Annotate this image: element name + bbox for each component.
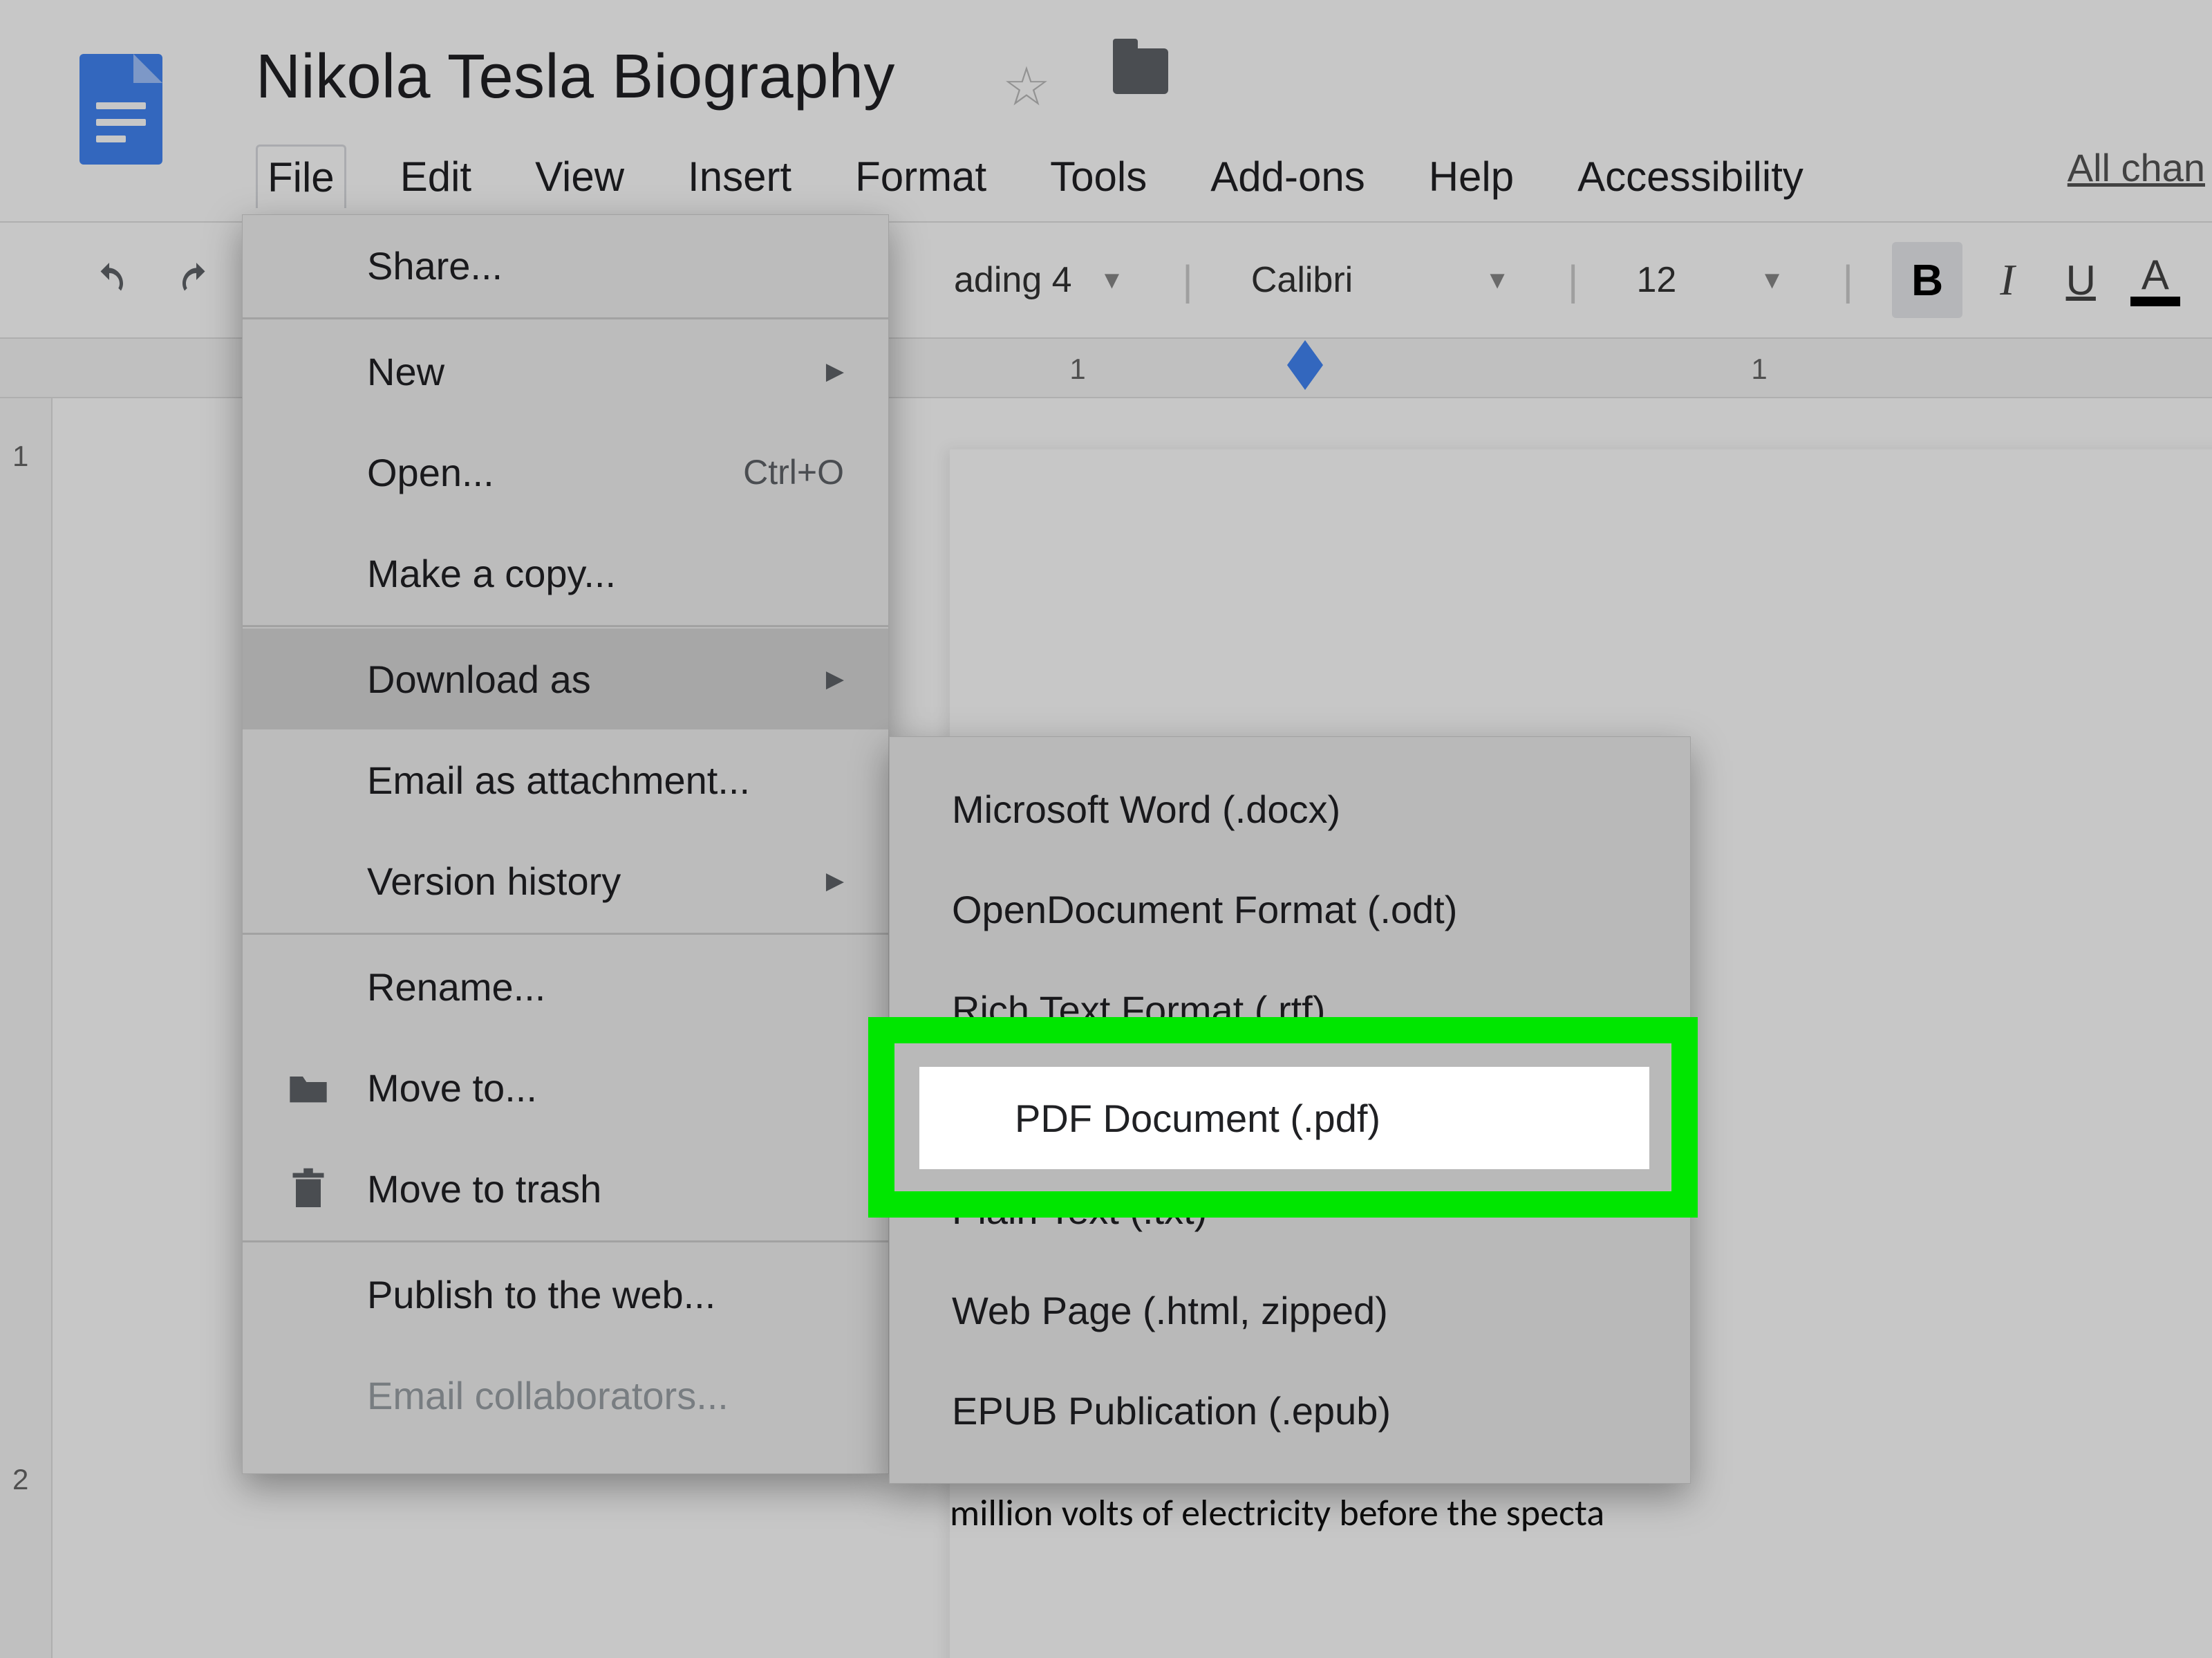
submenu-item-docx[interactable]: Microsoft Word (.docx) <box>890 759 1690 859</box>
folder-icon[interactable] <box>1113 48 1168 94</box>
ruler-number: 1 <box>908 353 1247 386</box>
undo-button[interactable] <box>76 251 142 309</box>
font-size-value: 12 <box>1636 259 1676 301</box>
divider <box>243 317 888 319</box>
submenu-item-label: Microsoft Word (.docx) <box>952 787 1340 832</box>
chevron-down-icon: ▼ <box>1485 266 1510 295</box>
bold-button[interactable]: B <box>1892 242 1962 318</box>
menu-item-version-history[interactable]: Version history ▶ <box>243 830 888 931</box>
trash-icon <box>284 1164 332 1213</box>
menu-accessibility[interactable]: Accessibility <box>1568 146 1813 207</box>
menu-edit[interactable]: Edit <box>391 146 481 207</box>
menu-item-label: Version history <box>367 859 621 904</box>
font-family-dropdown[interactable]: Calibri ▼ <box>1232 259 1529 301</box>
indent-marker-icon[interactable] <box>1287 340 1323 365</box>
submenu-item-pdf-highlighted[interactable]: PDF Document (.pdf) <box>919 1067 1649 1169</box>
font-family-value: Calibri <box>1251 259 1353 301</box>
document-title[interactable]: Nikola Tesla Biography <box>256 41 895 113</box>
underline-button[interactable]: U <box>2052 244 2110 317</box>
menu-item-shortcut: Ctrl+O <box>743 452 844 492</box>
text-color-button[interactable]: A <box>2130 254 2180 306</box>
vruler-number: 1 <box>12 440 28 473</box>
menu-item-share[interactable]: Share... <box>243 215 888 316</box>
chevron-down-icon: ▼ <box>1100 266 1125 295</box>
submenu-item-txt[interactable]: Plain Text (.txt) <box>890 1160 1690 1260</box>
menu-item-move-to-trash[interactable]: Move to trash <box>243 1138 888 1239</box>
menu-help[interactable]: Help <box>1419 146 1524 207</box>
menu-item-rename[interactable]: Rename... <box>243 936 888 1037</box>
menu-item-make-copy[interactable]: Make a copy... <box>243 523 888 624</box>
submenu-item-label: EPUB Publication (.epub) <box>952 1388 1391 1433</box>
menu-item-email-attachment[interactable]: Email as attachment... <box>243 729 888 830</box>
font-size-dropdown[interactable]: 12 ▼ <box>1617 259 1803 301</box>
indent-marker-bottom-icon[interactable] <box>1287 365 1323 390</box>
chevron-right-icon: ▶ <box>826 357 844 385</box>
menu-item-label: Move to trash <box>367 1166 601 1211</box>
body-text: million volts of electricity before the … <box>950 1490 1604 1536</box>
menu-item-label: Publish to the web... <box>367 1272 715 1317</box>
redo-icon <box>176 259 217 301</box>
submenu-item-odt[interactable]: OpenDocument Format (.odt) <box>890 859 1690 960</box>
italic-button[interactable]: I <box>1983 242 2031 318</box>
menu-item-label: New <box>367 349 444 394</box>
menu-view[interactable]: View <box>525 146 634 207</box>
star-icon[interactable]: ☆ <box>1002 55 1051 118</box>
menu-item-label: Email as attachment... <box>367 758 750 803</box>
paragraph-style-dropdown[interactable]: ading 4 ▼ <box>935 259 1143 301</box>
submenu-item-label: OpenDocument Format (.odt) <box>952 887 1457 932</box>
all-changes-saved-link[interactable]: All chan <box>2068 145 2212 190</box>
submenu-item-label: PDF Document (.pdf) <box>1015 1096 1380 1141</box>
paragraph-style-value: ading 4 <box>954 259 1072 301</box>
menu-item-label: Share... <box>367 243 503 288</box>
menu-file[interactable]: File <box>256 145 346 208</box>
submenu-item-label: Rich Text Format (.rtf) <box>952 987 1325 1032</box>
submenu-item-label: Plain Text (.txt) <box>952 1188 1207 1233</box>
menu-item-label: Make a copy... <box>367 551 616 596</box>
menu-item-move-to[interactable]: Move to... <box>243 1037 888 1138</box>
vertical-ruler[interactable]: 1 2 <box>0 398 53 1658</box>
menu-addons[interactable]: Add-ons <box>1201 146 1374 207</box>
menu-bar: File Edit View Insert Format Tools Add-o… <box>256 138 1813 214</box>
menu-item-publish-web[interactable]: Publish to the web... <box>243 1244 888 1345</box>
vruler-number: 2 <box>12 1463 28 1496</box>
google-docs-icon[interactable] <box>79 54 162 165</box>
menu-item-label: Email collaborators... <box>367 1373 729 1418</box>
submenu-item-html[interactable]: Web Page (.html, zipped) <box>890 1260 1690 1361</box>
submenu-item-epub[interactable]: EPUB Publication (.epub) <box>890 1361 1690 1461</box>
menu-insert[interactable]: Insert <box>678 146 801 207</box>
chevron-right-icon: ▶ <box>826 665 844 693</box>
ruler-number: 1 <box>1590 353 1929 386</box>
divider <box>243 933 888 935</box>
submenu-item-rtf[interactable]: Rich Text Format (.rtf) <box>890 960 1690 1060</box>
divider <box>243 1240 888 1242</box>
menu-item-label: Move to... <box>367 1065 537 1110</box>
chevron-down-icon: ▼ <box>1760 266 1785 295</box>
menu-item-new[interactable]: New ▶ <box>243 321 888 422</box>
menu-item-label: Open... <box>367 450 494 495</box>
menu-item-label: Download as <box>367 657 591 702</box>
menu-item-open[interactable]: Open... Ctrl+O <box>243 422 888 523</box>
menu-item-label: Rename... <box>367 965 545 1009</box>
submenu-item-label: Web Page (.html, zipped) <box>952 1288 1388 1333</box>
menu-format[interactable]: Format <box>845 146 996 207</box>
menu-item-email-collaborators[interactable]: Email collaborators... <box>243 1345 888 1446</box>
divider <box>243 625 888 627</box>
menu-item-download-as[interactable]: Download as ▶ <box>243 628 888 729</box>
redo-button[interactable] <box>163 251 229 309</box>
folder-icon <box>284 1063 332 1112</box>
undo-icon <box>88 259 130 301</box>
menu-tools[interactable]: Tools <box>1040 146 1156 207</box>
file-dropdown-menu: Share... New ▶ Open... Ctrl+O Make a cop… <box>242 214 889 1474</box>
chevron-right-icon: ▶ <box>826 867 844 895</box>
